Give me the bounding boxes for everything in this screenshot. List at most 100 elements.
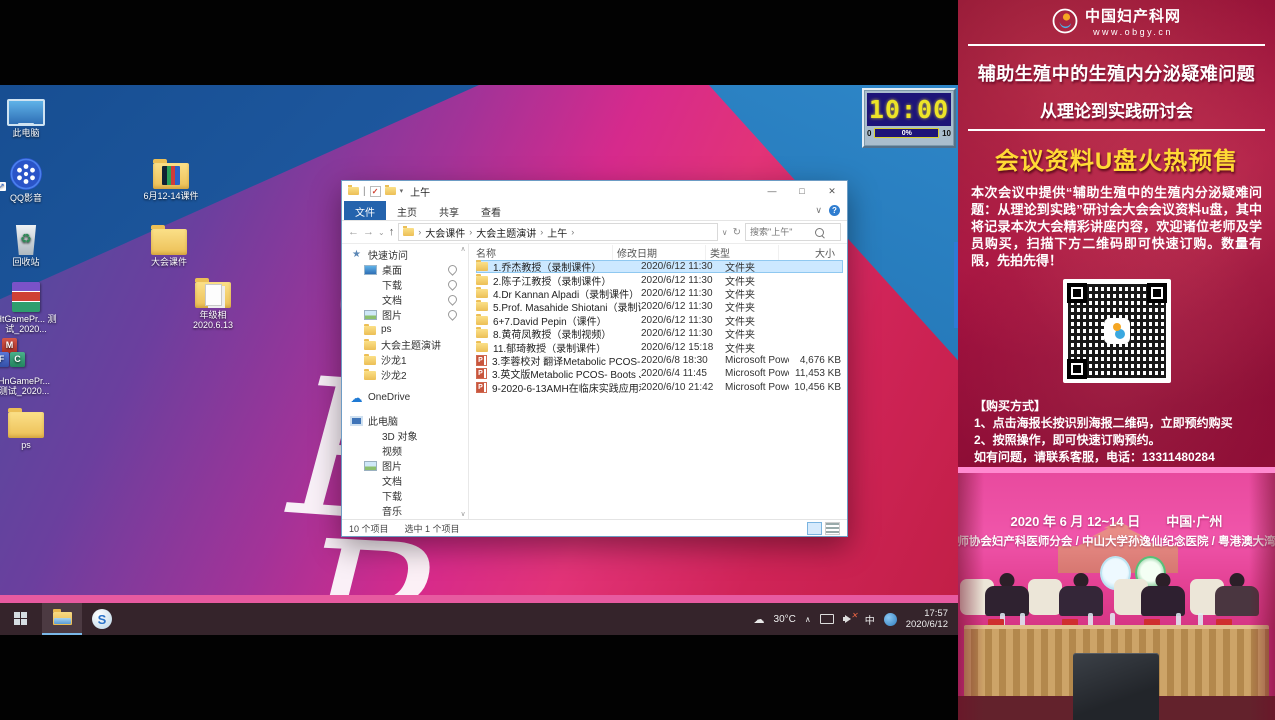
- refresh-icon[interactable]: ↻: [733, 227, 741, 238]
- breadcrumb-item[interactable]: 大会课件: [425, 225, 465, 240]
- nav-item[interactable]: 图片: [342, 307, 468, 322]
- file-date: 2020/6/8 18:30: [641, 355, 725, 366]
- breadcrumb[interactable]: › 大会课件 › 大会主题演讲 › 上午 ›: [398, 223, 718, 241]
- speaker-muted-icon[interactable]: ✕: [843, 614, 856, 624]
- breadcrumb-item[interactable]: 上午: [547, 225, 567, 240]
- maximize-button[interactable]: □: [787, 181, 817, 201]
- file-row[interactable]: 2.陈子江教授（录制课件） 2020/6/12 11:30 文件夹: [476, 273, 843, 286]
- window-titlebar[interactable]: | ✓ ▾ 上午 — □ ✕: [342, 181, 847, 201]
- history-chevron-icon[interactable]: ⌄: [378, 228, 385, 237]
- desktop-icon-recycle-bin[interactable]: ♻ 回收站: [0, 219, 57, 267]
- timer-clock-widget[interactable]: 10:00 0 0% 10: [862, 88, 956, 148]
- separator: |: [363, 186, 366, 197]
- scroll-down-icon[interactable]: ∨: [460, 510, 465, 518]
- nav-item[interactable]: 文档: [342, 473, 468, 488]
- purchase-step2: 2、按照操作，即可快速订购预约。: [974, 432, 1259, 449]
- desktop-icon-winrar-archive[interactable]: HtGamePr... 测试_2020...: [0, 276, 57, 335]
- ribbon-tab[interactable]: 查看: [470, 201, 512, 220]
- purchase-instructions: 【购买方式】 1、点击海报长按识别海报二维码，立即预约购买 2、按照操作，即可快…: [974, 398, 1259, 466]
- taskbar-sogou[interactable]: S: [82, 603, 122, 635]
- search-box[interactable]: [745, 223, 841, 241]
- forward-icon[interactable]: →: [363, 226, 374, 238]
- ribbon-tab[interactable]: 文件: [344, 201, 386, 220]
- folder-icon[interactable]: [385, 187, 396, 195]
- ribbon-tab[interactable]: 共享: [428, 201, 470, 220]
- file-date: 2020/6/12 11:30: [641, 275, 725, 286]
- navigation-pane: ★ 快速访问 桌面 下载: [342, 244, 469, 519]
- nav-item[interactable]: 桌面: [342, 518, 468, 519]
- nav-item[interactable]: 图片: [342, 458, 468, 473]
- taskbar-clock[interactable]: 17:57 2020/6/12: [906, 608, 948, 631]
- folder-docs-icon: [182, 272, 244, 308]
- thumbnail-view-toggle[interactable]: [825, 522, 840, 535]
- nav-item[interactable]: 桌面: [342, 262, 468, 277]
- desktop-icon-mfc-app[interactable]: M F C HnGamePr... 测试_2020...: [0, 338, 55, 397]
- desktop-icon-conference-courseware[interactable]: 大会课件: [138, 219, 200, 267]
- column-name[interactable]: 名称: [476, 245, 613, 260]
- ribbon-tab[interactable]: 主页: [386, 201, 428, 220]
- folder-media-icon: [140, 153, 202, 189]
- back-icon[interactable]: ←: [348, 226, 359, 238]
- scroll-up-icon[interactable]: ∧: [460, 245, 465, 253]
- nav-item[interactable]: 沙龙1: [342, 352, 468, 367]
- ribbon-expand-icon[interactable]: ∨: [815, 205, 822, 216]
- nav-item-label: 下载: [382, 277, 402, 292]
- search-icon[interactable]: [815, 228, 824, 237]
- desktop-icon-this-pc[interactable]: 此电脑: [0, 90, 57, 138]
- minimize-button[interactable]: —: [757, 181, 787, 201]
- file-row[interactable]: 5.Prof. Masahide Shiotani（录制课件） 2020/6/1…: [476, 300, 843, 313]
- help-icon[interactable]: ?: [829, 205, 840, 216]
- nav-item[interactable]: ps: [342, 322, 468, 337]
- nav-item[interactable]: 音乐: [342, 503, 468, 518]
- nav-onedrive[interactable]: ☁ OneDrive: [342, 390, 468, 405]
- display-tray-icon[interactable]: [820, 614, 834, 624]
- up-icon[interactable]: ↑: [389, 226, 395, 238]
- desktop-icon-qq-player[interactable]: ↗ QQ影音: [0, 155, 57, 203]
- ime-indicator[interactable]: 中: [865, 612, 875, 627]
- event-date-line: 2020 年 6 月 12~14 日 中国·广州: [958, 511, 1275, 530]
- nav-item[interactable]: 大会主题演讲: [342, 337, 468, 352]
- nav-item-label: 大会主题演讲: [381, 337, 441, 352]
- file-row[interactable]: 8.黄荷凤教授（录制视频） 2020/6/12 11:30 文件夹: [476, 327, 843, 340]
- recycle-bin-icon: ♻: [0, 219, 57, 255]
- file-row[interactable]: 3.李蓉校对 翻译Metabolic PCOS- Boot... 2020/6/…: [476, 354, 843, 367]
- nav-item[interactable]: 沙龙2: [342, 367, 468, 382]
- file-row[interactable]: 3.英文版Metabolic PCOS- Boots June ... 2020…: [476, 367, 843, 380]
- taskbar-file-explorer[interactable]: [42, 603, 82, 635]
- nav-item[interactable]: 文档: [342, 292, 468, 307]
- nav-item[interactable]: 下载: [342, 488, 468, 503]
- file-row[interactable]: 9-2020-6-13AMH在临床实践应用和认... 2020/6/10 21:…: [476, 381, 843, 394]
- network-tray-icon[interactable]: [884, 613, 897, 626]
- nav-item[interactable]: 下载: [342, 277, 468, 292]
- file-row[interactable]: 11.郁琦教授（录制课件） 2020/6/12 15:18 文件夹: [476, 340, 843, 353]
- properties-check-icon[interactable]: ✓: [370, 186, 381, 197]
- column-date[interactable]: 修改日期: [617, 245, 706, 260]
- details-view-toggle[interactable]: [807, 522, 822, 535]
- file-row[interactable]: 1.乔杰教授（录制课件） 2020/6/12 11:30 文件夹: [476, 260, 843, 273]
- file-date: 2020/6/12 15:18: [641, 342, 725, 353]
- temperature[interactable]: 30°C: [774, 614, 796, 625]
- quick-access-caret-icon[interactable]: ▾: [400, 187, 404, 195]
- start-button[interactable]: [0, 603, 42, 635]
- desktop-icon-grade-folder[interactable]: 年级相 2020.6.13: [182, 272, 244, 331]
- file-row[interactable]: 6+7.David Pepin（课件） 2020/6/12 11:30 文件夹: [476, 314, 843, 327]
- nav-item[interactable]: 3D 对象: [342, 428, 468, 443]
- weather-icon[interactable]: ☁: [754, 613, 765, 626]
- breadcrumb-item[interactable]: 大会主题演讲: [476, 225, 536, 240]
- desktop-icon-courseware-june[interactable]: 6月12-14课件: [140, 153, 202, 201]
- address-dropdown-icon[interactable]: ∨: [722, 228, 728, 237]
- site-url: www.obgy.cn: [1085, 27, 1181, 37]
- hidden-icons-chevron[interactable]: ∧: [805, 615, 811, 624]
- desktop-icon-ps-folder[interactable]: ps: [0, 402, 57, 450]
- nav-this-pc[interactable]: 此电脑: [342, 413, 468, 428]
- nav-scrollbar[interactable]: ∧ ∨: [458, 244, 468, 519]
- column-size[interactable]: 大小: [783, 245, 839, 260]
- column-type[interactable]: 类型: [710, 245, 779, 260]
- nav-item[interactable]: 视频: [342, 443, 468, 458]
- nav-quick-access[interactable]: ★ 快速访问: [342, 247, 468, 262]
- search-input[interactable]: [750, 227, 812, 237]
- purchase-heading: 【购买方式】: [974, 398, 1259, 415]
- desktop-icon-label: 年级相 2020.6.13: [182, 310, 244, 331]
- file-row[interactable]: 4.Dr Kannan Alpadi（录制课件） 2020/6/12 11:30…: [476, 287, 843, 300]
- close-button[interactable]: ✕: [817, 181, 847, 201]
